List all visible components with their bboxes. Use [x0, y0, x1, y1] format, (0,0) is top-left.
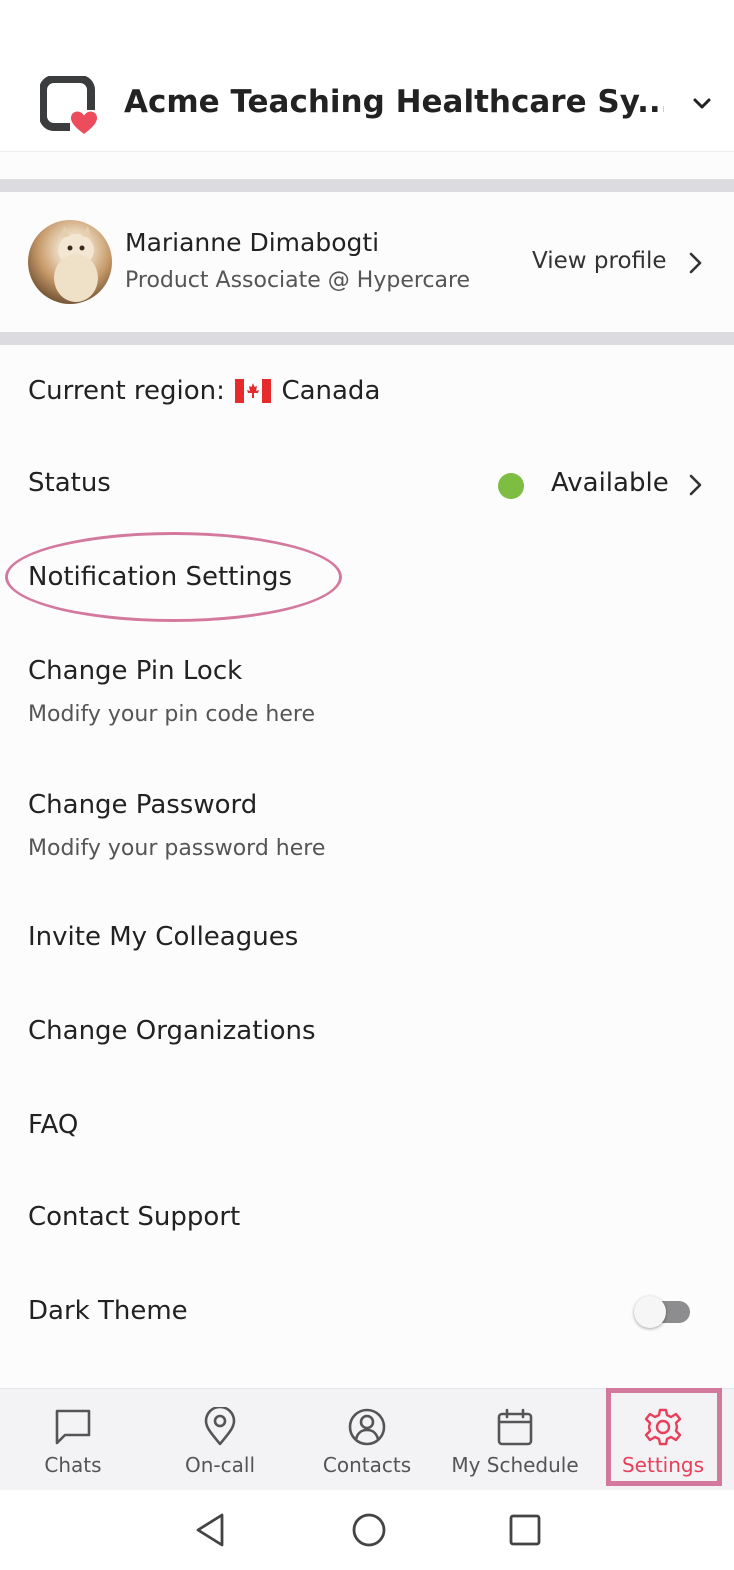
- dark-theme-row: Dark Theme: [0, 1266, 734, 1358]
- bottom-tab-bar: Chats On-call Contacts My Schedule Setti…: [0, 1388, 734, 1490]
- current-region-row: Current region: Canada: [0, 346, 734, 438]
- tab-contacts-label: Contacts: [322, 1453, 412, 1477]
- hypercare-logo-icon: [40, 76, 100, 136]
- tab-on-call-label: On-call: [185, 1453, 255, 1477]
- contact-support-row[interactable]: Contact Support: [0, 1172, 734, 1266]
- status-indicator-dot: [498, 473, 524, 499]
- faq-row[interactable]: FAQ: [0, 1080, 734, 1172]
- gear-icon: [644, 1408, 682, 1446]
- back-icon[interactable]: [192, 1510, 232, 1550]
- change-password-label: Change Password: [28, 790, 258, 820]
- invite-colleagues-row[interactable]: Invite My Colleagues: [0, 892, 734, 986]
- tab-settings-label: Settings: [621, 1453, 705, 1477]
- section-divider: [0, 332, 734, 345]
- view-profile-link[interactable]: View profile: [532, 248, 667, 274]
- home-icon[interactable]: [349, 1510, 389, 1550]
- tab-settings[interactable]: Settings: [612, 1389, 714, 1491]
- canada-flag-icon: [235, 379, 272, 403]
- region-label: Current region:: [28, 376, 225, 406]
- toggle-knob: [634, 1296, 666, 1328]
- change-password-description: Modify your password here: [28, 836, 326, 861]
- avatar: [28, 220, 112, 304]
- change-pin-lock-row[interactable]: Change Pin Lock Modify your pin code her…: [0, 626, 734, 760]
- tab-chats[interactable]: Chats: [13, 1389, 133, 1491]
- chevron-right-icon: [689, 474, 702, 496]
- location-pin-icon: [204, 1407, 236, 1446]
- change-organizations-label: Change Organizations: [28, 1016, 316, 1046]
- tab-my-schedule-label: My Schedule: [451, 1453, 579, 1477]
- org-name: Acme Teaching Healthcare Sy...: [124, 84, 664, 120]
- org-header[interactable]: Acme Teaching Healthcare Sy...: [0, 44, 734, 152]
- change-password-row[interactable]: Change Password Modify your password her…: [0, 760, 734, 892]
- profile-title: Product Associate @ Hypercare: [125, 268, 471, 293]
- status-value: Available: [551, 468, 669, 498]
- faq-label: FAQ: [28, 1110, 79, 1140]
- dark-theme-toggle[interactable]: [634, 1296, 690, 1328]
- chevron-right-icon: [689, 252, 702, 274]
- chevron-down-icon[interactable]: [688, 90, 716, 118]
- tab-contacts[interactable]: Contacts: [307, 1389, 427, 1491]
- tab-on-call[interactable]: On-call: [160, 1389, 280, 1491]
- tab-chats-label: Chats: [44, 1453, 102, 1477]
- section-divider: [0, 179, 734, 192]
- system-navigation-bar: [0, 1490, 734, 1570]
- change-organizations-row[interactable]: Change Organizations: [0, 986, 734, 1080]
- invite-colleagues-label: Invite My Colleagues: [28, 922, 299, 952]
- contact-support-label: Contact Support: [28, 1202, 241, 1232]
- calendar-icon: [497, 1408, 533, 1446]
- dark-theme-label: Dark Theme: [28, 1296, 188, 1326]
- change-pin-lock-label: Change Pin Lock: [28, 656, 243, 686]
- status-bar: [0, 0, 734, 44]
- notification-settings-row[interactable]: Notification Settings: [0, 532, 734, 626]
- notification-settings-label: Notification Settings: [28, 562, 293, 592]
- chat-icon: [55, 1409, 91, 1445]
- profile-name: Marianne Dimabogti: [125, 228, 380, 257]
- status-label: Status: [28, 468, 111, 498]
- profile-row[interactable]: Marianne Dimabogti Product Associate @ H…: [0, 192, 734, 332]
- contacts-icon: [348, 1408, 386, 1446]
- status-row[interactable]: Status Available: [0, 438, 734, 532]
- recent-apps-icon[interactable]: [505, 1510, 545, 1550]
- change-pin-lock-description: Modify your pin code here: [28, 702, 315, 727]
- avatar-image: [54, 226, 98, 302]
- region-value: Canada: [281, 376, 381, 406]
- tab-my-schedule[interactable]: My Schedule: [445, 1389, 585, 1491]
